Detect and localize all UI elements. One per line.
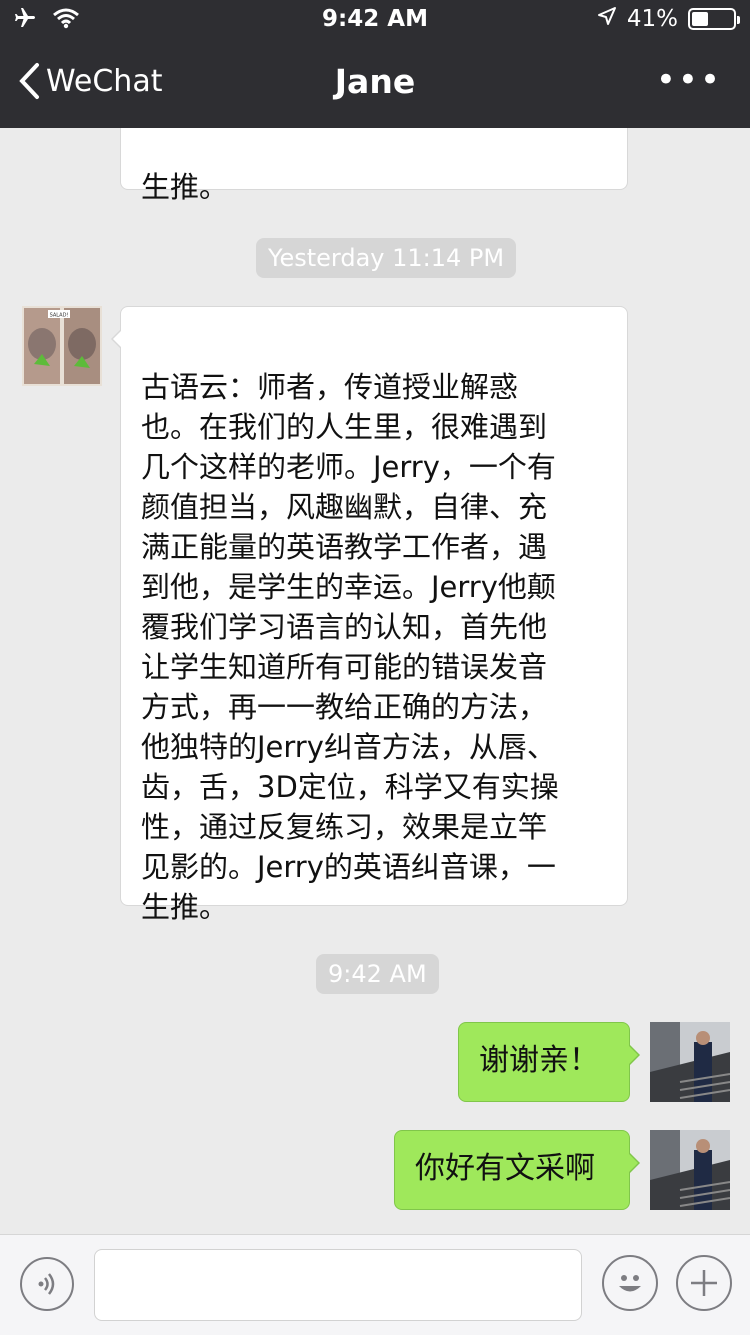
message-line: 见影的。Jerry的英语纠音课，一 bbox=[141, 850, 556, 884]
message-text: 你好有文采啊 bbox=[415, 1151, 595, 1186]
cat-avatar-image: SALAD! bbox=[22, 306, 102, 386]
battery-fill bbox=[692, 12, 708, 26]
voice-button[interactable] bbox=[20, 1257, 74, 1311]
message-bubble-reply-2[interactable]: 你好有文采啊 bbox=[394, 1130, 640, 1210]
message-input[interactable] bbox=[94, 1249, 582, 1321]
plus-icon bbox=[691, 1270, 717, 1296]
message-line: 到他，是学生的幸运。Jerry他颠 bbox=[141, 570, 556, 604]
chat-title: Jane bbox=[334, 62, 416, 101]
battery-percent: 41% bbox=[626, 6, 678, 32]
message-text: 谢谢亲！ bbox=[479, 1043, 599, 1078]
message-line: 满正能量的英语教学工作者，遇 bbox=[141, 530, 548, 564]
message-bubble-long[interactable]: 古语云：师者，传道授业解惑 也。在我们的人生里，很难遇到 几个这样的老师。Jerry… bbox=[111, 306, 628, 924]
chat-area[interactable]: 生推。 Yesterday 11:14 PM SALAD! 古语云：师者，传道授… bbox=[0, 128, 750, 1234]
message-line: 古语云：师者，传道授业解惑 bbox=[141, 370, 519, 404]
message-line: 让学生知道所有可能的错误发音 bbox=[141, 650, 548, 684]
message-line: 几个这样的老师。Jerry，一个有 bbox=[141, 450, 556, 484]
message-line: 也。在我们的人生里，很难遇到 bbox=[141, 410, 548, 444]
user-avatar[interactable] bbox=[650, 1022, 730, 1102]
input-bar bbox=[0, 1234, 750, 1335]
contact-avatar[interactable]: SALAD! bbox=[22, 306, 102, 386]
more-button[interactable]: ••• bbox=[656, 63, 722, 97]
user-avatar-image bbox=[650, 1130, 730, 1210]
message-line: 覆我们学习语言的认知，首先他 bbox=[141, 610, 548, 644]
message-bubble-reply-1[interactable]: 谢谢亲！ bbox=[458, 1022, 640, 1102]
message-line: 他独特的Jerry纠音方法，从唇、 bbox=[141, 730, 556, 764]
status-bar: 9:42 AM 41% bbox=[0, 0, 750, 40]
message-bubble-previous[interactable]: 生推。 bbox=[120, 128, 628, 204]
timestamp-yesterday: Yesterday 11:14 PM bbox=[256, 238, 517, 278]
battery-icon bbox=[688, 8, 740, 30]
user-avatar-image bbox=[650, 1022, 730, 1102]
avatar-caption: SALAD! bbox=[50, 313, 69, 319]
message-line: 性，通过反复练习，效果是立竿 bbox=[141, 810, 548, 844]
location-arrow-icon bbox=[597, 6, 617, 32]
add-button[interactable] bbox=[676, 1255, 732, 1311]
user-avatar[interactable] bbox=[650, 1130, 730, 1210]
message-text: 生推。 bbox=[141, 170, 229, 204]
message-line: 颜值担当，风趣幽默，自律、充 bbox=[141, 490, 548, 524]
message-text: 古语云：师者，传道授业解惑 也。在我们的人生里，很难遇到 几个这样的老师。Jerry… bbox=[141, 367, 607, 927]
voice-icon bbox=[38, 1273, 55, 1295]
navigation-bar: 9:42 AM 41% WeChat Jane ••• bbox=[0, 0, 750, 128]
emoji-icon bbox=[619, 1275, 641, 1292]
message-line: 生推。 bbox=[141, 890, 229, 924]
timestamp-now: 9:42 AM bbox=[316, 954, 439, 994]
emoji-button[interactable] bbox=[602, 1255, 658, 1311]
message-line: 方式，再一一教给正确的方法， bbox=[141, 690, 548, 724]
message-line: 齿，舌，3D定位，科学又有实操 bbox=[141, 770, 559, 804]
